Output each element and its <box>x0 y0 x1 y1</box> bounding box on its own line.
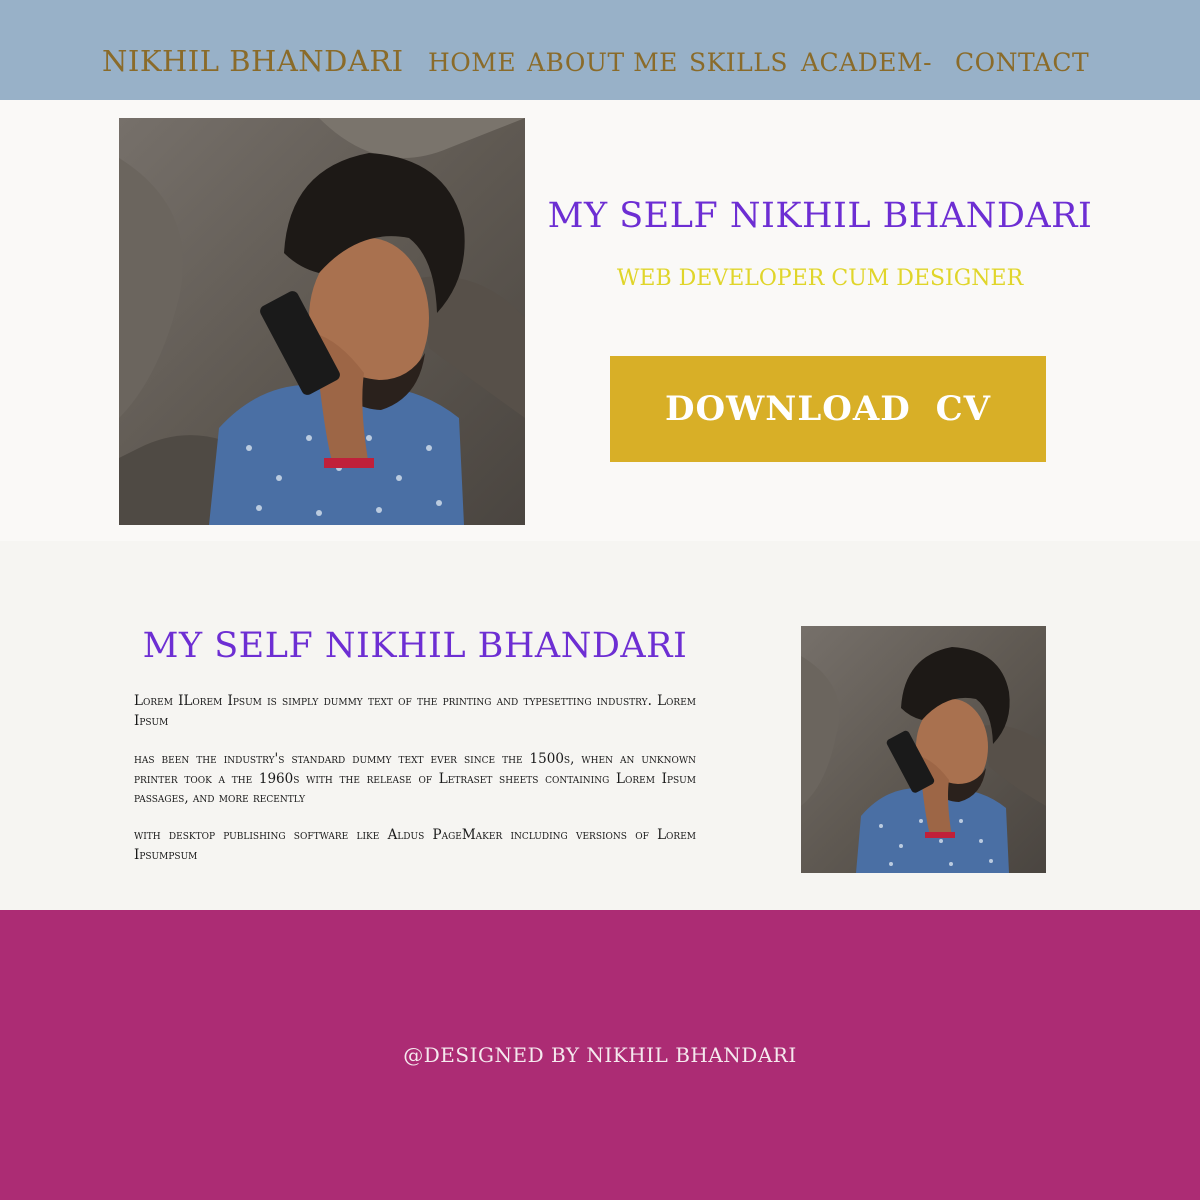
nav-home-link[interactable]: HOME <box>428 48 516 77</box>
about-paragraph: has been the industry's standard dummy t… <box>134 751 696 806</box>
brand-logo[interactable]: NIKHIL BHANDARI <box>102 44 404 78</box>
about-paragraph: Lorem ILorem Ipsum is simply dummy text … <box>134 693 696 729</box>
footer-credit: @DESIGNED BY NIKHIL BHANDARI <box>403 1043 797 1067</box>
nav-about-link[interactable]: ABOUT ME <box>527 48 678 77</box>
nav-skills-link[interactable]: SKILLS <box>689 48 788 77</box>
hero-title: MY SELF NIKHIL BHANDARI <box>547 196 1093 236</box>
download-cv-button[interactable]: DOWNLOAD CV <box>610 356 1046 462</box>
about-photo <box>801 626 1046 873</box>
nav-contact-link[interactable]: CONTACT <box>955 48 1089 77</box>
about-title: MY SELF NIKHIL BHANDARI <box>142 626 688 666</box>
about-paragraph: with desktop publishing software like Al… <box>134 827 696 863</box>
hero-subtitle: WEB DEVELOPER CUM DESIGNER <box>616 266 1024 291</box>
nav-academics-link[interactable]: ACADEM- <box>801 48 932 77</box>
profile-photo <box>119 118 525 525</box>
download-cv-label: DOWNLOAD CV <box>664 389 992 429</box>
